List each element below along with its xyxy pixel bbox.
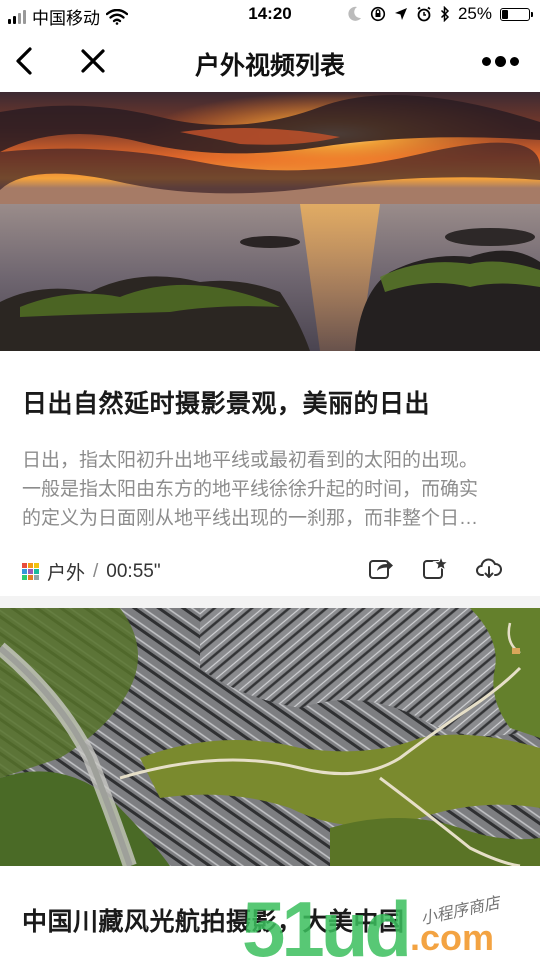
more-icon-dot — [510, 56, 519, 66]
category-icon — [22, 563, 39, 580]
alarm-icon — [417, 6, 431, 22]
location-icon — [394, 8, 407, 20]
video-meta: 户外 / 00:55" — [22, 558, 161, 585]
video-card[interactable]: 日出自然延时摄影景观，美丽的日出 日出，指太阳初升出地平线或最初看到的太阳的出现… — [0, 92, 540, 596]
chevron-left-icon — [16, 47, 32, 75]
close-icon — [81, 49, 105, 73]
rotation-lock-icon — [370, 6, 386, 22]
more-icon-dot — [495, 55, 506, 67]
more-icon — [482, 56, 491, 66]
video-thumbnail-sunrise[interactable] — [0, 92, 540, 351]
share-icon[interactable] — [368, 555, 394, 581]
video-title[interactable]: 日出自然延时摄影景观，美丽的日出 — [22, 384, 518, 420]
video-card[interactable]: 中国川藏风光航拍摄影，大美中国 — [0, 608, 540, 960]
description-line: 日出，指太阳初升出地平线或最初看到的太阳的出现。 — [22, 450, 479, 471]
battery-percent: 25% — [457, 4, 492, 23]
duration-label: 00:55" — [106, 560, 161, 582]
moon-icon — [348, 6, 361, 21]
battery-level — [502, 9, 508, 19]
video-actions — [368, 555, 502, 581]
bluetooth-icon — [440, 6, 450, 22]
status-bar: 中国移动 14:20 25% — [0, 0, 540, 30]
description-line: 的定义为日面刚从地平线出现的一刹那，而非整个日… — [22, 508, 479, 529]
video-description: 日出，指太阳初升出地平线或最初看到的太阳的出现。 一般是指太阳由东方的地平线徐徐… — [22, 446, 518, 533]
nav-bar: 户外视频列表 — [0, 30, 540, 92]
download-icon[interactable] — [476, 555, 502, 581]
video-title[interactable]: 中国川藏风光航拍摄影，大美中国 — [22, 902, 518, 938]
category-label: 户外 — [47, 563, 86, 584]
video-thumbnail-aerial[interactable] — [0, 608, 540, 866]
status-right: 25% — [348, 4, 533, 24]
back-button[interactable] — [10, 44, 40, 78]
favorite-icon[interactable] — [422, 555, 448, 581]
close-button[interactable] — [76, 44, 110, 78]
more-button[interactable] — [482, 52, 522, 70]
battery-icon — [500, 7, 533, 21]
card-separator — [0, 596, 540, 608]
meta-divider: / — [93, 560, 99, 582]
description-line: 一般是指太阳由东方的地平线徐徐升起的时间，而确实 — [22, 479, 479, 500]
